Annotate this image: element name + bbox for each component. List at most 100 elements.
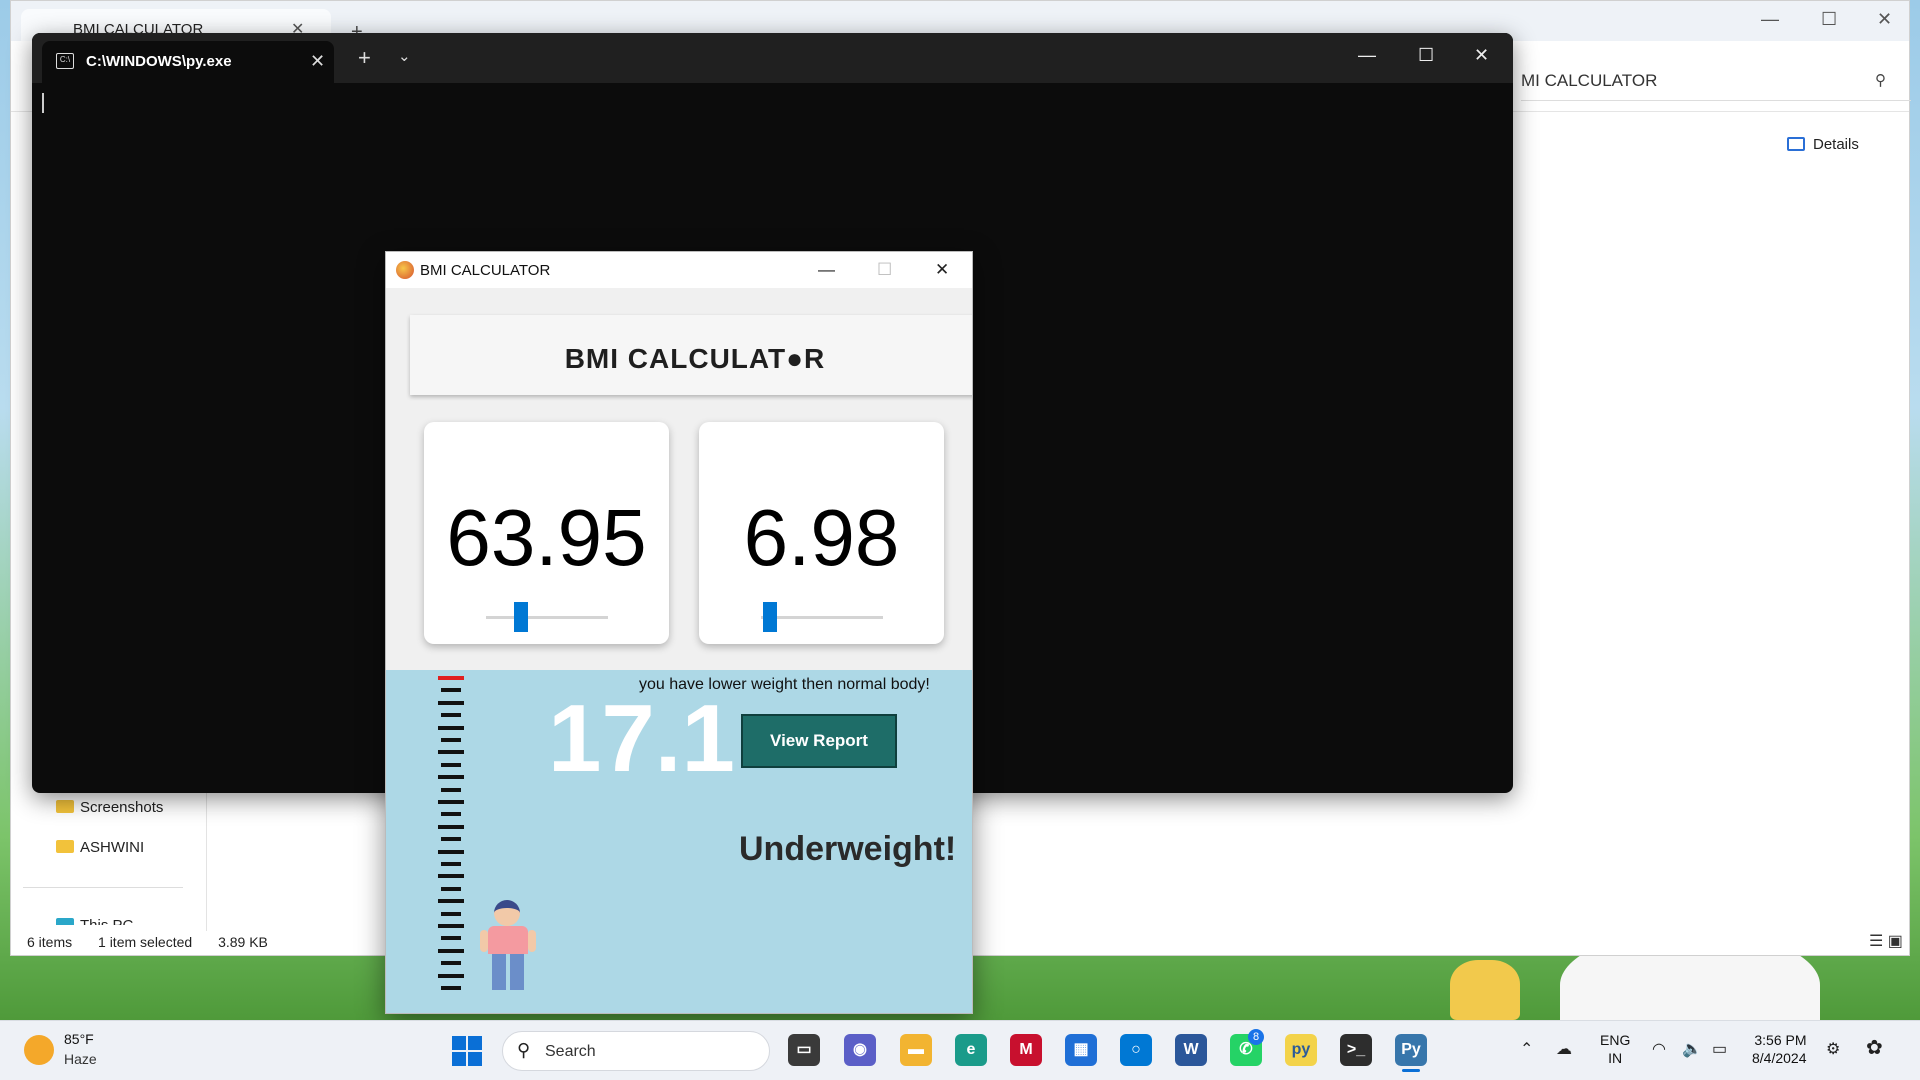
ruler-tick xyxy=(438,676,464,680)
list-view-icon[interactable]: ☰ xyxy=(1869,933,1883,950)
bmi-title-bar: BMI CALCULATOR — ☐ ✕ xyxy=(386,252,972,288)
ruler-tick xyxy=(441,837,461,842)
ruler-tick xyxy=(441,762,461,767)
close-icon[interactable]: ✕ xyxy=(310,51,325,72)
pc-icon xyxy=(56,918,74,925)
tiles-view-icon[interactable]: ▣ xyxy=(1888,933,1903,950)
ruler-tick xyxy=(441,862,461,866)
result-panel: you have lower weight then normal body! … xyxy=(386,670,972,1013)
ruler-tick xyxy=(438,849,464,854)
python-icon[interactable]: Py xyxy=(1395,1034,1427,1066)
task-view-icon[interactable]: ▭ xyxy=(788,1034,820,1066)
ruler-tick xyxy=(438,874,464,879)
language-bottom: IN xyxy=(1608,1050,1623,1066)
nav-item-this-pc[interactable]: This PC xyxy=(56,917,133,925)
maximize-icon[interactable]: ☐ xyxy=(1418,45,1434,66)
header-panel: BMI CALCULAT●R xyxy=(410,315,972,395)
terminal-tab-title: C:\WINDOWS\py.exe xyxy=(86,53,232,70)
ruler-tick xyxy=(441,911,461,916)
height-ruler xyxy=(438,676,468,996)
app-icon xyxy=(396,261,414,279)
copilot-icon[interactable]: ✿ xyxy=(1866,1035,1883,1060)
view-report-button[interactable]: View Report xyxy=(741,714,897,768)
details-button[interactable]: Details xyxy=(1813,136,1859,153)
ruler-tick xyxy=(438,824,464,829)
teams-icon[interactable]: ◉ xyxy=(844,1034,876,1066)
terminal-tab[interactable]: C:\ C:\WINDOWS\py.exe ✕ xyxy=(42,41,334,83)
search-icon: ⚲ xyxy=(517,1040,531,1060)
view-toggle[interactable]: ☰ ▣ xyxy=(1869,931,1903,951)
terminal-title-bar: C:\ C:\WINDOWS\py.exe ✕ + ⌄ — ☐ ✕ xyxy=(32,33,1513,83)
weight-slider-thumb[interactable] xyxy=(763,602,778,632)
mcafee-icon[interactable]: M xyxy=(1010,1034,1042,1066)
figure-part xyxy=(488,926,528,954)
status-bar: 6 items 1 item selected 3.89 KB xyxy=(27,934,290,950)
close-icon[interactable]: ✕ xyxy=(1474,45,1489,66)
wifi-icon[interactable]: ◠ xyxy=(1652,1039,1666,1059)
python-file-icon[interactable]: py xyxy=(1285,1034,1317,1066)
taskbar-search-box[interactable]: ⚲ Search xyxy=(502,1031,770,1071)
battery-icon[interactable]: ▭ xyxy=(1712,1039,1727,1059)
minimize-icon[interactable]: — xyxy=(818,260,835,280)
nav-item-label: This PC xyxy=(80,917,133,925)
new-tab-icon[interactable]: + xyxy=(358,45,371,71)
language-top: ENG xyxy=(1600,1032,1631,1048)
onedrive-icon[interactable]: ☁ xyxy=(1556,1039,1572,1059)
weight-slider-track[interactable] xyxy=(761,616,883,619)
ruler-tick xyxy=(438,775,464,780)
close-icon[interactable]: ✕ xyxy=(935,260,949,280)
explorer-minimize-icon[interactable]: — xyxy=(1761,9,1779,30)
explorer-maximize-icon[interactable]: ☐ xyxy=(1821,9,1837,30)
minimize-icon[interactable]: — xyxy=(1358,45,1376,66)
weather-condition[interactable]: Haze xyxy=(64,1051,97,1067)
bmi-calculator-window: BMI CALCULATOR — ☐ ✕ BMI CALCULAT●R 63.9… xyxy=(385,251,973,1014)
ruler-tick xyxy=(438,973,464,978)
ruler-tick xyxy=(441,713,461,718)
volume-icon[interactable]: 🔈 xyxy=(1682,1039,1702,1059)
taskbar: 85°F Haze ⚲ Search ▭ ◉ ▬ e M ▦ ○ W ✆ 8 p… xyxy=(0,1020,1920,1080)
nav-item-screenshots[interactable]: Screenshots xyxy=(56,799,163,816)
chevron-down-icon[interactable]: ⌄ xyxy=(398,47,411,65)
divider xyxy=(23,887,183,888)
notifications-icon[interactable]: ⚙ xyxy=(1826,1039,1840,1059)
search-icon[interactable]: ⚲ xyxy=(1875,71,1886,89)
ruler-tick xyxy=(438,750,464,755)
bmi-category: Underweight! xyxy=(739,830,957,868)
figure-part xyxy=(480,930,488,952)
cortana-icon[interactable]: ○ xyxy=(1120,1034,1152,1066)
figure-part xyxy=(510,954,524,990)
weather-temperature[interactable]: 85°F xyxy=(64,1031,94,1047)
status-item-count: 6 items xyxy=(27,934,73,950)
ruler-tick xyxy=(438,700,464,705)
ruler-tick xyxy=(441,886,461,891)
chevron-up-icon[interactable]: ⌃ xyxy=(1520,1039,1533,1059)
start-icon[interactable] xyxy=(452,1036,482,1066)
weight-value: 6.98 xyxy=(743,493,900,582)
maximize-icon: ☐ xyxy=(877,260,893,279)
ruler-tick xyxy=(438,800,464,804)
weather-haze-icon[interactable] xyxy=(24,1035,54,1065)
nav-item-label: ASHWINI xyxy=(80,839,145,856)
explorer-close-icon[interactable]: ✕ xyxy=(1877,9,1892,30)
clock[interactable]: 3:56 PM 8/4/2024 xyxy=(1752,1031,1807,1067)
active-indicator xyxy=(1402,1069,1420,1072)
file-explorer-icon[interactable]: ▬ xyxy=(900,1034,932,1066)
sidebar-divider xyxy=(206,791,207,931)
ruler-tick xyxy=(441,961,461,966)
ruler-tick xyxy=(441,812,461,817)
edge-icon[interactable]: e xyxy=(955,1034,987,1066)
ruler-tick xyxy=(441,738,461,742)
text-cursor xyxy=(42,93,44,113)
ruler-tick xyxy=(441,787,461,792)
ruler-tick xyxy=(441,936,461,941)
store-icon[interactable]: ▦ xyxy=(1065,1034,1097,1066)
nav-item-ashwini[interactable]: ASHWINI xyxy=(56,839,144,856)
height-slider-thumb[interactable] xyxy=(514,602,529,632)
window-title: BMI CALCULATOR xyxy=(420,262,551,279)
height-slider-track[interactable] xyxy=(486,616,608,619)
language-indicator[interactable]: ENG IN xyxy=(1600,1031,1630,1067)
height-value: 63.95 xyxy=(446,493,647,582)
ruler-tick xyxy=(438,899,464,904)
word-icon[interactable]: W xyxy=(1175,1034,1207,1066)
terminal-icon[interactable]: >_ xyxy=(1340,1034,1372,1066)
